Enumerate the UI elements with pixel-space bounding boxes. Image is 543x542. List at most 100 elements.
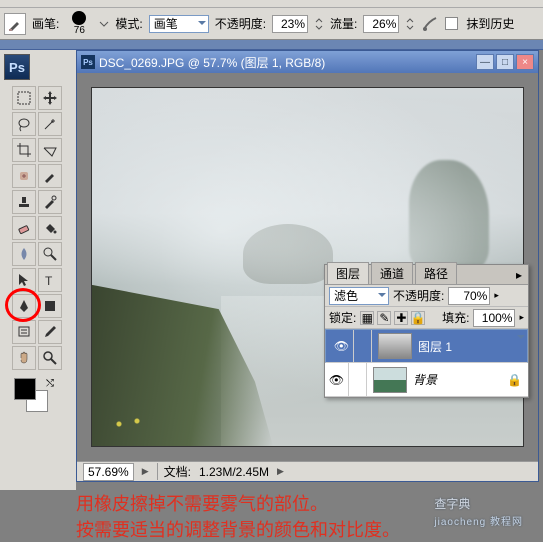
shape-tool[interactable] [38,294,62,318]
panel-tabs: 图层 通道 路径 ▸ [325,265,528,285]
brush-size-value: 76 [74,25,85,36]
arrow-icon[interactable]: ▶ [142,466,149,477]
watermark: 查字典 jiaocheng 教程网 [434,493,523,528]
tools-panel: Ps T ⤭ [0,50,76,490]
tab-layers[interactable]: 图层 [327,262,369,284]
fill-input[interactable]: 100% [473,309,515,327]
link-cell[interactable] [349,363,367,396]
document-title: DSC_0269.JPG @ 57.7% (图层 1, RGB/8) [99,54,325,71]
layer-opacity-input[interactable]: 70% [448,287,490,305]
wand-tool[interactable] [38,112,62,136]
mode-label: 模式: [115,15,142,32]
chevron-down-icon[interactable] [99,19,109,29]
layer-name[interactable]: 背景 [413,371,437,388]
layer-opacity-value: 70% [463,289,487,303]
arrow-icon[interactable]: ▸ [494,290,499,301]
hand-tool[interactable] [12,346,36,370]
svg-text:T: T [45,274,53,288]
layer-name[interactable]: 图层 1 [418,338,452,355]
window-titlebar[interactable]: Ps DSC_0269.JPG @ 57.7% (图层 1, RGB/8) — … [77,51,538,73]
color-swatches[interactable]: ⤭ [14,378,54,418]
lasso-tool[interactable] [12,112,36,136]
foreground-color-swatch[interactable] [14,378,36,400]
tool-preset-picker[interactable] [4,13,26,35]
layer-thumbnail[interactable] [378,333,412,359]
notes-tool[interactable] [12,320,36,344]
mode-select[interactable]: 画笔 [149,15,209,33]
lock-all-icon[interactable]: 🔒 [411,311,425,325]
eyedropper-tool[interactable] [38,320,62,344]
zoom-field[interactable]: 57.69% [83,463,134,481]
opacity-input[interactable]: 23% [272,15,308,33]
history-label: 抹到历史 [466,15,514,32]
layers-panel: 图层 通道 路径 ▸ 滤色 不透明度: 70% ▸ 锁定: ▦ ✎ ✚ 🔒 填充… [324,264,529,398]
lock-pixels-icon[interactable]: ✎ [377,311,391,325]
opacity-arrow-icon[interactable] [314,15,324,33]
opacity-value: 23% [281,17,305,31]
path-select-tool[interactable] [12,268,36,292]
layer-list: 👁 图层 1 👁 背景 🔒 [325,329,528,397]
eraser-tool[interactable] [12,216,36,240]
flow-input[interactable]: 26% [363,15,399,33]
maximize-button[interactable]: □ [496,54,514,70]
marquee-tool[interactable] [12,86,36,110]
tab-channels[interactable]: 通道 [371,262,413,284]
history-brush-tool[interactable] [38,190,62,214]
opacity-label: 不透明度: [215,15,266,32]
slice-tool[interactable] [38,138,62,162]
workspace: Ps DSC_0269.JPG @ 57.7% (图层 1, RGB/8) — … [76,50,539,482]
heal-tool[interactable] [12,164,36,188]
flow-label: 流量: [330,15,357,32]
visibility-toggle[interactable]: 👁 [330,330,354,362]
zoom-tool[interactable] [38,346,62,370]
fill-label: 填充: [442,309,469,326]
watermark-main: 查字典 [434,497,470,511]
mode-value: 画笔 [154,15,178,32]
caption-line-2: 按需要适当的调整背景的颜色和对比度。 [76,516,400,542]
type-tool[interactable]: T [38,268,62,292]
blend-mode-select[interactable]: 滤色 [329,287,389,305]
visibility-toggle[interactable]: 👁 [325,363,349,396]
bucket-tool[interactable] [38,216,62,240]
close-button[interactable]: × [516,54,534,70]
flow-arrow-icon[interactable] [405,15,415,33]
lock-icon: 🔒 [507,373,522,387]
brush-label: 画笔: [32,15,59,32]
tab-paths[interactable]: 路径 [415,262,457,284]
layer-opacity-label: 不透明度: [393,287,444,304]
caption-line-1: 用橡皮擦掉不需要雾气的部位。 [76,490,328,516]
ps-doc-icon: Ps [81,55,95,69]
dodge-tool[interactable] [38,242,62,266]
brush-preset-picker[interactable]: 76 [65,11,93,36]
brush-dot-icon [72,11,86,25]
arrow-icon[interactable]: ▸ [519,312,524,323]
options-bar: 画笔: 76 模式: 画笔 不透明度: 23% 流量: 26% 抹到历史 [0,8,543,40]
layer-row[interactable]: 👁 背景 🔒 [325,363,528,397]
pen-tool[interactable] [12,294,36,318]
lock-transparency-icon[interactable]: ▦ [360,311,374,325]
panel-menu-icon[interactable]: ▸ [510,266,528,284]
crop-tool[interactable] [12,138,36,162]
ps-logo-icon[interactable]: Ps [4,54,30,80]
blur-tool[interactable] [12,242,36,266]
status-bar: 57.69% ▶ 文档: 1.23M/2.45M ▶ [77,461,538,481]
blend-value: 滤色 [334,287,358,304]
airbrush-icon[interactable] [421,15,439,33]
arrow-icon[interactable]: ▶ [277,466,284,477]
history-checkbox[interactable] [445,17,458,30]
menu-bar [0,0,543,8]
swap-colors-icon[interactable]: ⤭ [46,378,54,389]
fill-value: 100% [482,311,513,325]
layer-thumbnail[interactable] [373,367,407,393]
docinfo-value: 1.23M/2.45M [199,465,269,479]
stamp-tool[interactable] [12,190,36,214]
brush-tool[interactable] [38,164,62,188]
watermark-sub: jiaocheng 教程网 [434,513,523,528]
flow-value: 26% [372,17,396,31]
move-tool[interactable] [38,86,62,110]
docinfo-label: 文档: [157,463,191,480]
layer-row[interactable]: 👁 图层 1 [325,329,528,363]
lock-position-icon[interactable]: ✚ [394,311,408,325]
minimize-button[interactable]: — [476,54,494,70]
link-cell[interactable] [354,330,372,362]
